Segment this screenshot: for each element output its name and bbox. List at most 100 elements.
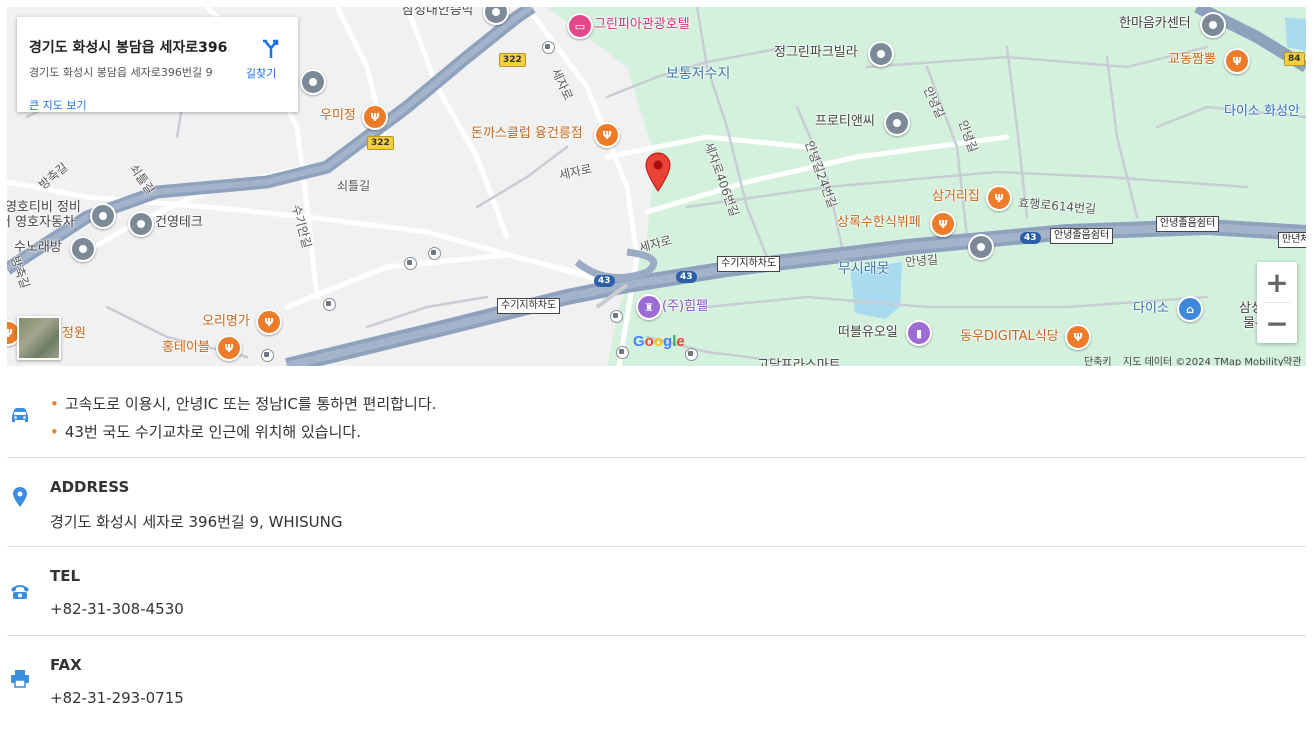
map-pin-icon bbox=[13, 487, 27, 507]
exit-annyeong-1: 안녕졸음쉼터 bbox=[1050, 228, 1114, 244]
tel-label: TEL bbox=[50, 567, 81, 585]
fax-label: FAX bbox=[50, 656, 82, 674]
karaoke-icon[interactable] bbox=[70, 236, 96, 262]
label-daiso: 다이소 bbox=[1133, 301, 1169, 316]
satellite-toggle-button[interactable] bbox=[17, 316, 61, 360]
keyboard-shortcuts-link[interactable]: 단축키 bbox=[1084, 353, 1112, 366]
label-godam: 고담프라스마트 bbox=[757, 358, 841, 366]
shopping-icon[interactable]: ⌂ bbox=[1177, 296, 1203, 322]
gas-station-icon[interactable]: ▮ bbox=[906, 320, 932, 346]
company-icon[interactable] bbox=[884, 110, 910, 136]
bus-stop-icon-2[interactable] bbox=[428, 247, 441, 260]
address-value: 경기도 화성시 세자로 396번길 9, WHISUNG bbox=[50, 513, 343, 531]
tel-row: TEL +82-31-308-4530 bbox=[7, 547, 1306, 636]
label-hanmaeum: 한마음카센터 bbox=[1119, 16, 1191, 31]
map-view[interactable]: 경기도 화성시 봉담읍 세자로396... 경기도 화성시 봉담읍 세자로396… bbox=[7, 7, 1306, 366]
printer-icon bbox=[11, 670, 29, 688]
label-himpel: (주)힘펠 bbox=[662, 299, 709, 314]
bus-stop-icon-3[interactable] bbox=[404, 257, 417, 270]
bus-stop-icon-5[interactable] bbox=[610, 310, 623, 323]
bus-stop-icon[interactable] bbox=[542, 41, 555, 54]
directions-link[interactable]: 길찾기 bbox=[246, 65, 276, 81]
label-dongwoo: 동우DIGITAL식당 bbox=[960, 329, 1059, 344]
label-hongte: 홍테이블 bbox=[162, 340, 210, 355]
villa-icon[interactable] bbox=[868, 41, 894, 67]
label-ori: 오리명가 bbox=[202, 314, 250, 329]
place-info-card: 경기도 화성시 봉담읍 세자로396... 경기도 화성시 봉담읍 세자로396… bbox=[17, 17, 298, 112]
map-data-attribution: 지도 데이터 ©2024 TMap Mobility bbox=[1123, 357, 1284, 366]
direction-item: 고속도로 이용시, 안녕IC 또는 정남IC를 통하면 편리합니다. bbox=[50, 390, 1306, 418]
directions-icon[interactable] bbox=[260, 37, 282, 59]
bus-stop-icon-6[interactable] bbox=[616, 346, 629, 359]
phone-icon bbox=[11, 585, 29, 599]
zoom-in-button[interactable]: + bbox=[1257, 262, 1297, 302]
label-youngho: 터 영호자동차 bbox=[7, 215, 75, 230]
address-row: ADDRESS 경기도 화성시 세자로 396번길 9, WHISUNG bbox=[7, 458, 1306, 547]
location-info: 고속도로 이용시, 안녕IC 또는 정남IC를 통하면 편리합니다. 43번 국… bbox=[7, 380, 1306, 724]
label-botong: 보통저수지 bbox=[666, 66, 731, 82]
address-label: ADDRESS bbox=[50, 478, 130, 496]
zoom-control: + − bbox=[1257, 262, 1297, 343]
car-icon bbox=[12, 408, 28, 422]
terms-link[interactable]: 약관 bbox=[1283, 353, 1301, 366]
directions-list: 고속도로 이용시, 안녕IC 또는 정남IC를 통하면 편리합니다. 43번 국… bbox=[7, 380, 1306, 451]
fax-value: +82-31-293-0715 bbox=[50, 689, 184, 707]
road-soeteul-2: 쇠틀길 bbox=[337, 179, 371, 193]
car-center-icon[interactable] bbox=[1200, 12, 1226, 38]
auto-repair-icon[interactable] bbox=[90, 203, 116, 229]
label-sangrok: 상록수한식뷔페 bbox=[837, 215, 921, 230]
label-umijeong: 우미정 bbox=[320, 108, 356, 123]
place-title: 경기도 화성시 봉담읍 세자로396... bbox=[29, 40, 229, 56]
label-samgeori: 삼거리집 bbox=[932, 189, 980, 204]
route-322-shield-2: 322 bbox=[367, 136, 394, 150]
restaurant-icon-4[interactable]: Ψ bbox=[986, 185, 1012, 211]
google-logo: Google bbox=[633, 333, 685, 350]
location-marker-icon[interactable] bbox=[644, 152, 672, 192]
label-protien: 프로티앤씨 bbox=[815, 114, 875, 129]
restaurant-icon-6[interactable]: Ψ bbox=[256, 309, 282, 335]
hotel-icon[interactable]: ▭ bbox=[567, 13, 593, 39]
road-annyeong-3: 안녕길 bbox=[904, 252, 939, 270]
label-donkas: 돈까스클럽 융건릉점 bbox=[471, 126, 583, 141]
restaurant-icon-7[interactable]: Ψ bbox=[216, 335, 242, 361]
company-icon-3[interactable]: ♜ bbox=[636, 294, 662, 320]
direction-item: 43번 국도 수기교차로 인근에 위치해 있습니다. bbox=[50, 418, 1306, 446]
big-map-link[interactable]: 큰 지도 보기 bbox=[29, 97, 87, 113]
fax-row: FAX +82-31-293-0715 bbox=[7, 636, 1306, 724]
label-younghotv: 영호티비 정비 bbox=[7, 200, 81, 215]
poi-pin-icon-3[interactable] bbox=[968, 234, 994, 260]
label-gyodong: 교동짬뽕 bbox=[1168, 52, 1216, 67]
restaurant-icon-3[interactable]: Ψ bbox=[594, 122, 620, 148]
exit-annyeong-2: 안녕졸음쉼터 bbox=[1156, 216, 1220, 232]
restaurant-icon-9[interactable]: Ψ bbox=[1065, 324, 1091, 350]
label-daiso-hw: 다이소 화성안 bbox=[1224, 104, 1300, 119]
label-jeonggreen: 정그린파크빌라 bbox=[774, 45, 858, 60]
zoom-out-button[interactable]: − bbox=[1257, 303, 1297, 343]
route-43-shield-3: 43 bbox=[1020, 232, 1041, 244]
directions-row: 고속도로 이용시, 안녕IC 또는 정남IC를 통하면 편리합니다. 43번 국… bbox=[7, 380, 1306, 458]
route-84-shield: 84 bbox=[1284, 52, 1305, 66]
place-address: 경기도 화성시 봉담읍 세자로396번길 9 bbox=[29, 66, 213, 79]
restaurant-icon-5[interactable]: Ψ bbox=[930, 211, 956, 237]
label-greenpia: 그린피아관광호텔 bbox=[594, 17, 690, 32]
company-icon-2[interactable] bbox=[128, 211, 154, 237]
bus-stop-icon-7[interactable] bbox=[685, 348, 698, 361]
poi-pin-icon-2[interactable] bbox=[300, 69, 326, 95]
label-jeongwon: 정원 bbox=[62, 326, 86, 341]
label-samsung-top: 삼성내안승박 bbox=[402, 7, 474, 18]
exit-minyeon: 만년체 bbox=[1278, 232, 1306, 248]
restaurant-icon[interactable]: Ψ bbox=[1224, 48, 1250, 74]
restaurant-icon-2[interactable]: Ψ bbox=[362, 104, 388, 130]
route-43-shield: 43 bbox=[594, 275, 615, 287]
route-43-shield-2: 43 bbox=[676, 271, 697, 283]
exit-sugi-2: 수기지하차도 bbox=[497, 298, 561, 314]
exit-sugi-1: 수기지하차도 bbox=[717, 256, 781, 272]
label-tteobl: 떠블유오일 bbox=[838, 325, 898, 340]
route-322-shield: 322 bbox=[499, 53, 526, 67]
label-geonyoung: 건영테크 bbox=[155, 215, 203, 230]
bus-stop-icon-4[interactable] bbox=[323, 298, 336, 311]
tel-value: +82-31-308-4530 bbox=[50, 600, 184, 618]
bus-stop-icon-8[interactable] bbox=[261, 349, 274, 362]
label-musirae: 무시래못 bbox=[838, 261, 890, 277]
label-sunorae: 수노래방 bbox=[14, 240, 62, 255]
